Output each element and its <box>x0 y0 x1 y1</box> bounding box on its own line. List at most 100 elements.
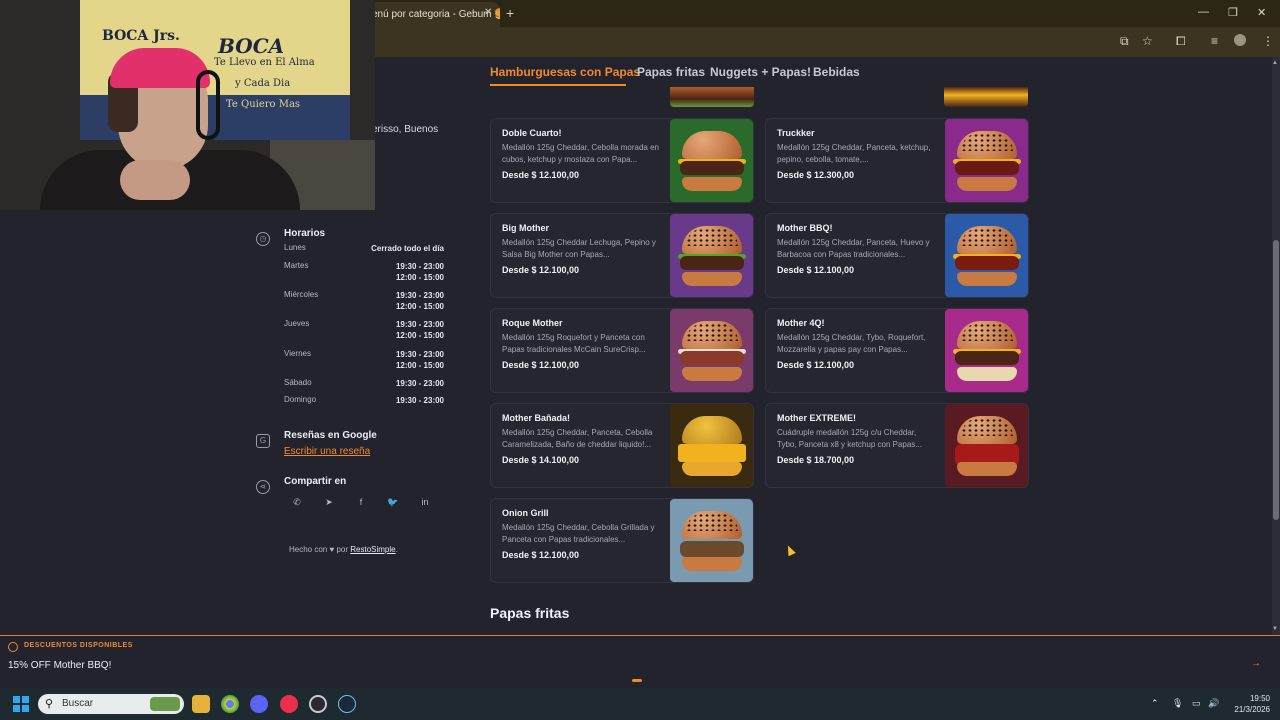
product-image <box>670 119 753 202</box>
product-card[interactable]: Big Mother Medallón 125g Cheddar Lechuga… <box>490 213 754 298</box>
webcam-overlay: BOCA Jrs. BOCA Te Llevo en El Alma y Cad… <box>0 0 375 210</box>
write-review-link[interactable]: Escribir una reseña <box>284 446 370 457</box>
product-card[interactable]: Doble Cuarto! Medallón 125g Cheddar, Ceb… <box>490 118 754 203</box>
product-price: Desde $ 12.100,00 <box>502 360 580 370</box>
discount-icon <box>8 642 18 652</box>
product-price: Desde $ 12.100,00 <box>777 265 855 275</box>
tab-nuggets[interactable]: Nuggets + Papas! <box>710 65 811 79</box>
tab-bebidas[interactable]: Bebidas <box>813 65 860 79</box>
restosimple-link[interactable]: RestoSimple <box>350 545 395 554</box>
product-price: Desde $ 12.100,00 <box>502 550 580 560</box>
product-price: Desde $ 12.300,00 <box>777 170 855 180</box>
minimize-icon[interactable]: — <box>1198 6 1209 18</box>
carousel-indicator[interactable] <box>632 679 642 682</box>
scroll-up-icon[interactable]: ▲ <box>1272 60 1278 66</box>
profile-avatar[interactable] <box>1234 34 1246 46</box>
product-price: Desde $ 12.100,00 <box>502 170 580 180</box>
scroll-down-icon[interactable]: ▼ <box>1272 626 1278 632</box>
tab-title: enú por categoria - Gebum 🍔 <box>372 9 500 20</box>
search-placeholder: Buscar <box>62 698 94 709</box>
tab-hamburguesas[interactable]: Hamburguesas con Papas <box>490 65 640 79</box>
product-description: Medallón 125g Cheddar, Panceta, Cebolla … <box>502 428 653 449</box>
file-explorer-icon[interactable] <box>192 695 210 713</box>
product-description: Medallón 125g Cheddar, Panceta, Huevo y … <box>777 238 930 259</box>
hours-day: Jueves <box>284 319 310 328</box>
product-image <box>670 309 753 392</box>
network-icon[interactable]: ▭ <box>1192 698 1201 709</box>
product-card[interactable]: Mother EXTREME! Cuádruple medallón 125g … <box>765 403 1029 488</box>
product-image <box>945 404 1028 487</box>
microphone-icon[interactable]: 🎙 <box>1172 698 1183 709</box>
telegram-icon[interactable]: ➤ <box>319 497 339 513</box>
product-card[interactable]: Truckker Medallón 125g Cheddar, Panceta,… <box>765 118 1029 203</box>
twitter-icon[interactable]: 🐦 <box>383 497 403 513</box>
product-title: Mother EXTREME! <box>777 413 857 423</box>
install-app-icon[interactable]: ⧉ <box>1120 34 1129 49</box>
product-title: Mother 4Q! <box>777 318 825 328</box>
hours-day: Domingo <box>284 395 317 404</box>
product-title: Roque Mother <box>502 318 563 328</box>
product-card[interactable]: Mother Bañada! Medallón 125g Cheddar, Pa… <box>490 403 754 488</box>
product-description: Cuádruple medallón 125g c/u Cheddar, Tyb… <box>777 428 922 449</box>
whatsapp-icon[interactable]: ✆ <box>287 497 307 513</box>
product-card[interactable]: Roque Mother Medallón 125g Roquefort y P… <box>490 308 754 393</box>
hours-value: 19:30 - 23:00 12:00 - 15:00 <box>395 262 444 282</box>
product-image <box>670 214 753 297</box>
app-icon[interactable] <box>309 695 327 713</box>
new-tab-button[interactable]: + <box>506 5 514 21</box>
address-text: erisso, Buenos <box>372 124 439 135</box>
flag-text: BOCA <box>218 34 285 58</box>
hours-value: Cerrado todo el día <box>371 244 444 253</box>
close-window-icon[interactable]: ✕ <box>1257 6 1266 19</box>
product-title: Doble Cuarto! <box>502 128 562 138</box>
footer-suffix: . <box>395 545 398 554</box>
discord-icon[interactable] <box>250 695 268 713</box>
browser-tab[interactable]: enú por categoria - Gebum 🍔 <box>360 2 500 27</box>
person-beanie <box>110 48 210 88</box>
linkedin-icon[interactable]: in <box>415 497 435 513</box>
tray-overflow-icon[interactable]: ⌃ <box>1151 698 1159 709</box>
product-description: Medallón 125g Cheddar, Cebolla morada en… <box>502 143 659 164</box>
flag-text: y Cada Dia <box>235 78 291 89</box>
product-price: Desde $ 18.700,00 <box>777 455 855 465</box>
product-title: Mother BBQ! <box>777 223 833 233</box>
extensions-icon[interactable]: ⧠ <box>1176 34 1186 49</box>
google-review-icon: G <box>256 434 270 448</box>
next-arrow-icon[interactable]: → <box>1249 658 1263 672</box>
hours-day: Miércoles <box>284 290 319 299</box>
bookmark-star-icon[interactable]: ☆ <box>1142 34 1153 48</box>
hours-day: Lunes <box>284 243 306 252</box>
product-description: Medallón 125g Cheddar, Tybo, Roquefort, … <box>777 333 926 354</box>
product-image <box>945 119 1028 202</box>
footer-credit: Hecho con ♥ por RestoSimple. <box>289 545 398 554</box>
facebook-icon[interactable]: f <box>351 497 371 513</box>
restore-icon[interactable]: ❐ <box>1228 6 1238 19</box>
flag-text: BOCA Jrs. <box>102 28 180 44</box>
clock-icon: ◷ <box>256 232 270 246</box>
volume-icon[interactable]: 🔊 <box>1208 698 1219 709</box>
tab-papas-fritas[interactable]: Papas fritas <box>637 65 705 79</box>
scroll-thumb[interactable] <box>1273 240 1279 520</box>
product-image <box>670 499 753 582</box>
discount-offer[interactable]: 15% OFF Mother BBQ! <box>8 660 111 671</box>
product-card[interactable]: Mother 4Q! Medallón 125g Cheddar, Tybo, … <box>765 308 1029 393</box>
product-price: Desde $ 12.100,00 <box>502 265 580 275</box>
hours-day: Sábado <box>284 378 312 387</box>
share-heading: Compartir en <box>284 476 347 487</box>
product-description: Medallón 125g Cheddar, Panceta, ketchup,… <box>777 143 931 164</box>
media-player-icon[interactable] <box>280 695 298 713</box>
steam-icon[interactable] <box>338 695 356 713</box>
product-card[interactable]: Onion Grill Medallón 125g Cheddar, Cebol… <box>490 498 754 583</box>
hours-value: 19:30 - 23:00 <box>395 379 444 388</box>
product-image-partial <box>944 87 1028 107</box>
media-control-icon[interactable]: ≡ <box>1211 34 1218 48</box>
tab-close-icon[interactable]: ✕ <box>484 7 492 18</box>
taskbar-clock[interactable]: 19:50 21/3/2026 <box>1226 693 1270 715</box>
browser-menu-icon[interactable]: ⋮ <box>1262 34 1274 48</box>
windows-start-icon[interactable] <box>13 696 29 712</box>
search-icon: ⚲ <box>45 698 54 710</box>
product-card[interactable]: Mother BBQ! Medallón 125g Cheddar, Pance… <box>765 213 1029 298</box>
hours-value: 19:30 - 23:00 12:00 - 15:00 <box>395 320 444 340</box>
hours-value: 19:30 - 23:00 12:00 - 15:00 <box>395 291 444 311</box>
chrome-icon[interactable] <box>221 695 239 713</box>
